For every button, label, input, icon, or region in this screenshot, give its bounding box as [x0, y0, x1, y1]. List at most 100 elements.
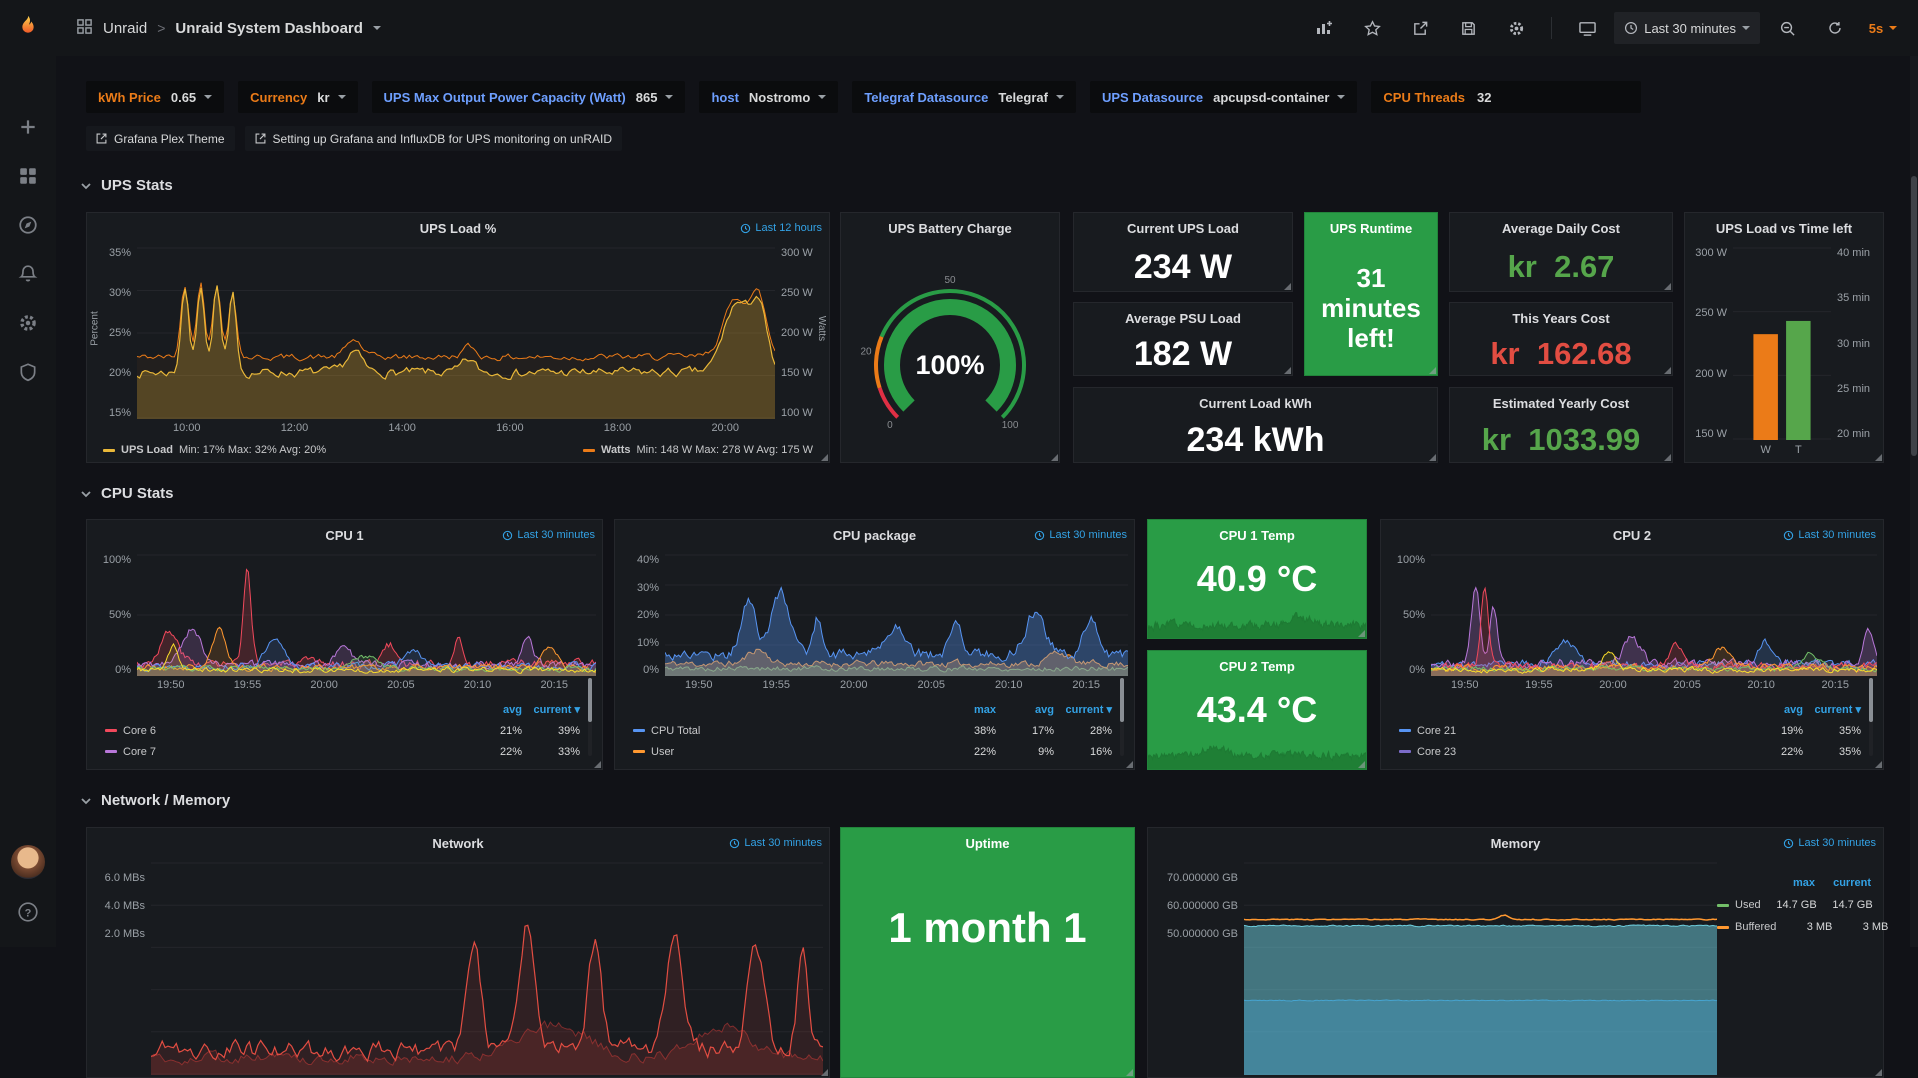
legend-series-name[interactable]: Core 6 [105, 725, 464, 737]
cpu1-graph[interactable] [137, 554, 596, 676]
variable-currency[interactable]: Currency kr [238, 81, 357, 113]
caret-down-icon [338, 95, 346, 99]
legend-col-avg[interactable]: avg [996, 704, 1054, 716]
settings-gear-icon[interactable] [1495, 12, 1537, 44]
panel-time-override[interactable]: Last 30 minutes [729, 828, 822, 858]
legend-series-name[interactable]: Core 23 [1399, 746, 1745, 758]
panel-title[interactable]: Current UPS Load [1127, 221, 1239, 236]
legend-series-name[interactable]: User [633, 746, 938, 758]
cpu-threads-input[interactable] [1475, 89, 1629, 106]
legend-series-name[interactable]: Core 21 [1399, 725, 1745, 737]
refresh-button[interactable] [1814, 12, 1856, 44]
panel-title[interactable]: Memory [1491, 836, 1541, 851]
panel-title[interactable]: CPU 2 Temp [1219, 659, 1295, 674]
user-avatar[interactable] [11, 845, 45, 879]
save-button[interactable] [1447, 12, 1489, 44]
row-header-ups-stats[interactable]: UPS Stats [80, 175, 1918, 196]
tv-cycle-button[interactable] [1566, 12, 1608, 44]
legend-series-name[interactable]: Used [1717, 899, 1761, 911]
breadcrumb-section[interactable]: Unraid [103, 20, 147, 37]
clock-icon [1783, 838, 1794, 849]
panel-title[interactable]: CPU 1 [325, 528, 363, 543]
ups-load-graph[interactable] [137, 247, 775, 419]
panel-title[interactable]: Uptime [965, 836, 1009, 851]
legend-scrollbar-thumb[interactable] [1869, 678, 1873, 722]
zoom-out-button[interactable] [1766, 12, 1808, 44]
legend-col-current[interactable]: current ▾ [1054, 703, 1112, 716]
network-graph[interactable] [151, 862, 823, 1075]
battery-gauge[interactable]: 02050100100% [845, 265, 1055, 440]
legend-col-current[interactable]: current [1815, 877, 1871, 889]
panel-title[interactable]: Estimated Yearly Cost [1493, 396, 1629, 411]
time-range-button[interactable]: Last 30 minutes [1614, 12, 1760, 44]
variable-ups-datasource[interactable]: UPS Datasource apcupsd-container [1090, 81, 1357, 113]
load-vs-time-bars[interactable]: WT [1733, 247, 1831, 456]
variable-label: host [711, 90, 738, 105]
add-panel-button[interactable] [1303, 12, 1345, 44]
page-scrollbar-thumb[interactable] [1911, 176, 1917, 456]
panel-title[interactable]: Network [432, 836, 483, 851]
create-plus-icon[interactable] [17, 116, 39, 138]
panel-this-years-cost: This Years Cost kr 162.68 [1449, 302, 1673, 376]
x-axis-ticks: 10:0012:00 14:0016:00 18:0020:00 [137, 419, 775, 440]
dashboard-link-ups-guide[interactable]: Setting up Grafana and InfluxDB for UPS … [245, 126, 623, 151]
alerting-bell-icon[interactable] [17, 263, 39, 285]
variable-host[interactable]: host Nostromo [699, 81, 838, 113]
legend-col-current[interactable]: current ▾ [1803, 703, 1861, 716]
legend-value: 22% [464, 746, 522, 758]
explore-compass-icon[interactable] [17, 214, 39, 236]
panel-time-override[interactable]: Last 30 minutes [1783, 828, 1876, 858]
variable-kwh-price[interactable]: kWh Price 0.65 [86, 81, 224, 113]
breadcrumb-title[interactable]: Unraid System Dashboard [175, 20, 363, 37]
legend-scrollbar-thumb[interactable] [1120, 678, 1124, 722]
legend-series-name[interactable]: CPU Total [633, 725, 938, 737]
configuration-gear-icon[interactable] [17, 312, 39, 334]
panel-title[interactable]: Average PSU Load [1125, 311, 1241, 326]
legend-col-avg[interactable]: avg [1745, 704, 1803, 716]
dashboard-grid-icon[interactable] [76, 18, 93, 39]
legend-series-ups-load[interactable]: UPS Load Min: 17% Max: 32% Avg: 20% [103, 444, 326, 456]
grafana-logo-icon[interactable] [0, 0, 56, 56]
row-header-network-memory[interactable]: Network / Memory [80, 790, 1918, 811]
panel-time-override[interactable]: Last 30 minutes [1034, 520, 1127, 550]
stat-value: 1 month 1 [888, 904, 1086, 952]
legend-scrollbar-thumb[interactable] [588, 678, 592, 722]
legend-col-max[interactable]: max [938, 704, 996, 716]
panel-title[interactable]: Current Load kWh [1199, 396, 1312, 411]
cpu-stats-row: CPU 1 Last 30 minutes 100%50%0% 19:5019:… [86, 519, 1884, 770]
refresh-interval-button[interactable]: 5s [1862, 12, 1904, 44]
variable-telegraf-datasource[interactable]: Telegraf Datasource Telegraf [852, 81, 1076, 113]
panel-title[interactable]: CPU 1 Temp [1219, 528, 1295, 543]
row-header-cpu-stats[interactable]: CPU Stats [80, 483, 1918, 504]
legend-row: Buffered 3 MB 3 MB [1717, 916, 1871, 938]
star-button[interactable] [1351, 12, 1393, 44]
dashboard-dropdown-caret-icon[interactable] [373, 26, 381, 30]
dashboard-link-plex-theme[interactable]: Grafana Plex Theme [86, 126, 235, 151]
legend-series-watts[interactable]: Watts Min: 148 W Max: 278 W Avg: 175 W [583, 444, 813, 456]
legend-col-max[interactable]: max [1759, 877, 1815, 889]
panel-time-override[interactable]: Last 12 hours [740, 213, 822, 243]
admin-shield-icon[interactable] [17, 361, 39, 383]
panel-time-override[interactable]: Last 30 minutes [502, 520, 595, 550]
variable-ups-max-output[interactable]: UPS Max Output Power Capacity (Watt) 865 [372, 81, 686, 113]
panel-title[interactable]: This Years Cost [1512, 311, 1609, 326]
legend-col-current[interactable]: current ▾ [522, 703, 580, 716]
panel-title[interactable]: CPU package [833, 528, 916, 543]
dashboards-icon[interactable] [17, 165, 39, 187]
panel-title[interactable]: UPS Battery Charge [888, 221, 1012, 236]
legend-series-name[interactable]: Buffered [1717, 921, 1776, 933]
legend-value: 22% [1745, 746, 1803, 758]
panel-time-override[interactable]: Last 30 minutes [1783, 520, 1876, 550]
panel-title[interactable]: UPS Load vs Time left [1716, 221, 1852, 236]
panel-title[interactable]: UPS Runtime [1330, 221, 1412, 236]
legend-col-avg[interactable]: avg [464, 704, 522, 716]
cpu2-graph[interactable] [1431, 554, 1877, 676]
memory-graph[interactable] [1244, 862, 1717, 1075]
panel-title[interactable]: UPS Load % [420, 221, 497, 236]
help-icon[interactable]: ? [17, 901, 39, 923]
panel-title[interactable]: CPU 2 [1613, 528, 1651, 543]
share-button[interactable] [1399, 12, 1441, 44]
cpu-package-graph[interactable] [665, 554, 1128, 676]
panel-title[interactable]: Average Daily Cost [1502, 221, 1620, 236]
legend-series-name[interactable]: Core 7 [105, 746, 464, 758]
